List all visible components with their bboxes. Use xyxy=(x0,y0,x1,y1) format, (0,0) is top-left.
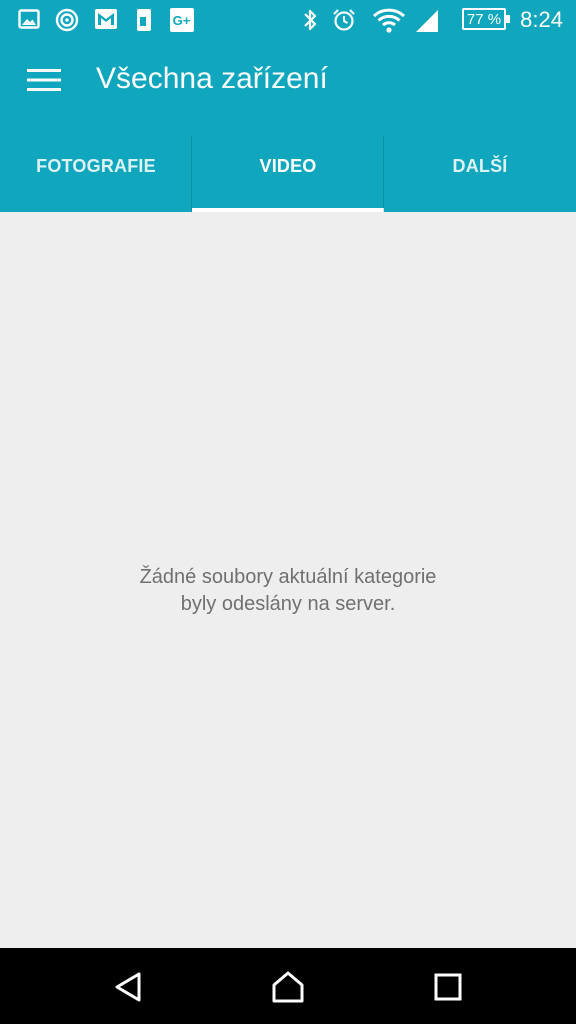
tab-bar: FOTOGRAFIE VIDEO DALŠÍ xyxy=(0,120,576,212)
wifi-icon xyxy=(372,8,406,33)
tab-label: FOTOGRAFIE xyxy=(36,155,156,176)
home-button[interactable] xyxy=(258,962,318,1012)
empty-message-line: Žádné soubory aktuální kategorie xyxy=(139,566,437,588)
phone-notification-icon xyxy=(137,9,151,31)
alarm-icon xyxy=(333,9,355,31)
empty-message-line: byly odeslány na server. xyxy=(180,593,396,615)
cell-signal-icon xyxy=(416,10,438,32)
tab-photos[interactable]: FOTOGRAFIE xyxy=(0,120,192,212)
recents-icon xyxy=(434,973,462,1001)
svg-text:G+: G+ xyxy=(173,13,191,28)
recents-button[interactable] xyxy=(418,962,478,1012)
google-plus-notification-icon: G+ xyxy=(170,8,194,32)
tab-divider xyxy=(383,136,384,212)
app-bar: Všechna zařízení xyxy=(0,40,576,120)
tab-video[interactable]: VIDEO xyxy=(192,120,384,212)
battery-icon: 77 % xyxy=(462,8,510,30)
status-bar: G+ 77 % 8:24 xyxy=(0,0,576,40)
page-title: Všechna zařízení xyxy=(96,62,328,95)
back-icon xyxy=(115,972,141,1002)
tab-label: VIDEO xyxy=(259,155,317,176)
tab-label: DALŠÍ xyxy=(452,155,508,176)
status-clock: 8:24 xyxy=(520,7,563,32)
gallery-notification-icon xyxy=(18,9,40,29)
back-button[interactable] xyxy=(98,962,158,1012)
menu-button[interactable] xyxy=(20,60,68,100)
hamburger-menu-icon xyxy=(27,69,61,91)
gmail-notification-icon xyxy=(95,9,117,29)
navigation-bar xyxy=(0,948,576,1024)
empty-state-message: Žádné soubory aktuální kategorie byly od… xyxy=(0,564,576,618)
content-area: Žádné soubory aktuální kategorie byly od… xyxy=(0,212,576,948)
battery-percent: 77 % xyxy=(466,10,502,28)
bluetooth-icon xyxy=(304,9,317,31)
tab-more[interactable]: DALŠÍ xyxy=(384,120,576,212)
tab-divider xyxy=(191,136,192,212)
radio-notification-icon xyxy=(55,8,79,32)
home-icon xyxy=(272,971,304,1003)
